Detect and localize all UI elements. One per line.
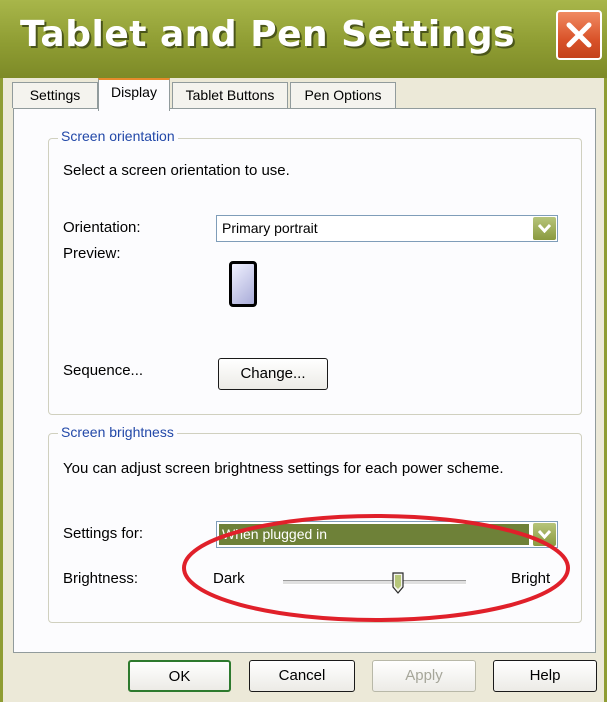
chevron-down-icon — [538, 530, 551, 539]
slider-thumb-icon — [392, 572, 404, 594]
close-button[interactable] — [556, 10, 602, 60]
orientation-dropdown[interactable]: Primary portrait — [216, 215, 558, 242]
brightness-instruction: You can adjust screen brightness setting… — [63, 460, 504, 477]
orientation-dropdown-value: Primary portrait — [222, 220, 318, 236]
brightness-slider-thumb[interactable] — [392, 572, 404, 594]
screen-brightness-legend: Screen brightness — [58, 424, 177, 440]
tab-settings[interactable]: Settings — [12, 82, 98, 108]
title-bar[interactable]: Tablet and Pen Settings — [0, 0, 607, 78]
portrait-screen-icon — [229, 261, 257, 307]
brightness-label: Brightness: — [63, 570, 139, 587]
window-title: Tablet and Pen Settings — [20, 14, 516, 55]
orientation-dropdown-arrow[interactable] — [533, 217, 556, 240]
sequence-label: Sequence... — [63, 362, 144, 379]
ok-button[interactable]: OK — [128, 660, 231, 692]
power-scheme-dropdown[interactable]: When plugged in — [216, 521, 558, 548]
tablet-pen-settings-dialog: Tablet and Pen Settings Settings Display… — [0, 0, 607, 702]
tab-pen-options[interactable]: Pen Options — [290, 82, 396, 108]
close-icon — [566, 22, 592, 48]
brightness-slider-track[interactable] — [283, 580, 466, 585]
dark-label: Dark — [213, 570, 245, 587]
change-button[interactable]: Change... — [218, 358, 328, 390]
apply-button[interactable]: Apply — [372, 660, 476, 692]
power-scheme-dropdown-arrow[interactable] — [533, 523, 556, 546]
settings-for-label: Settings for: — [63, 525, 144, 542]
cancel-button[interactable]: Cancel — [249, 660, 355, 692]
tab-tablet-buttons[interactable]: Tablet Buttons — [172, 82, 288, 108]
orientation-label: Orientation: — [63, 219, 141, 236]
power-scheme-dropdown-value: When plugged in — [222, 526, 328, 542]
screen-orientation-legend: Screen orientation — [58, 128, 178, 144]
preview-label: Preview: — [63, 245, 121, 262]
help-button[interactable]: Help — [493, 660, 597, 692]
tab-display[interactable]: Display — [98, 78, 170, 111]
orientation-instruction: Select a screen orientation to use. — [63, 162, 290, 179]
bright-label: Bright — [511, 570, 551, 587]
chevron-down-icon — [538, 224, 551, 233]
